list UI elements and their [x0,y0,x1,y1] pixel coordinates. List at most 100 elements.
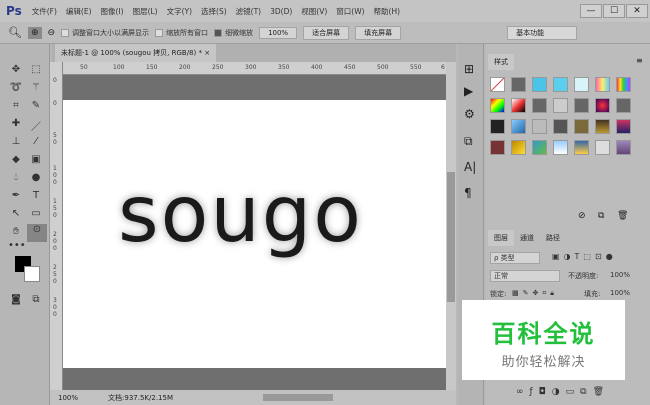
style-swatch[interactable] [574,98,589,113]
eyedropper-icon[interactable]: ✎ [28,100,44,114]
style-swatch[interactable] [532,98,547,113]
more-tools-icon[interactable]: ••• [8,240,26,254]
hand-tool-icon[interactable]: ✋︎ [8,226,24,240]
gradient-tool-icon[interactable]: ▣ [28,154,44,168]
style-swatch[interactable] [553,140,568,155]
workspace-select[interactable]: 基本功能 [507,25,578,40]
menu-edit[interactable]: 编辑(E) [66,6,92,17]
minimize-button[interactable]: — [580,4,602,18]
zoom-level[interactable]: 100% [58,394,78,402]
actions-play-icon[interactable]: ▶ [464,84,473,98]
menu-help[interactable]: 帮助(H) [374,6,401,17]
pen-tool-icon[interactable]: ✒ [8,190,24,204]
tab-paths[interactable]: 路径 [540,230,566,246]
style-swatch[interactable] [511,77,526,92]
opacity-value[interactable]: 100% [610,271,630,279]
stamp-tool-icon[interactable]: ⊥ [8,136,24,150]
healing-brush-icon[interactable]: ✚ [8,118,24,132]
crop-tool-icon[interactable]: ⌗ [8,100,24,114]
horizontal-scrollbar[interactable] [263,394,333,401]
style-swatch[interactable] [532,140,547,155]
style-swatch[interactable] [553,98,568,113]
document-tab[interactable]: 未标题-1 @ 100% (sougou 拷贝, RGB/8) * × [55,44,217,62]
style-swatch[interactable] [616,77,631,92]
scrubby-zoom-checkbox[interactable]: 细微缩放 [214,28,253,38]
blur-tool-icon[interactable]: 💧︎ [8,172,24,186]
maximize-button[interactable]: ☐ [603,4,625,18]
tab-close-icon[interactable]: × [204,49,210,57]
fill-screen-button[interactable]: 填充屏幕 [355,25,402,40]
layer-filter-icons[interactable]: ▣◑T⬚⊡● [552,252,617,261]
brush-tool-icon[interactable]: ／ [28,118,44,133]
magic-wand-icon[interactable]: ⚚ [28,82,44,96]
clone-source-icon[interactable]: ⧉ [464,134,473,149]
style-swatch[interactable] [595,140,610,155]
style-swatch[interactable] [490,77,505,92]
menu-select[interactable]: 选择(S) [201,6,227,17]
layer-actions[interactable]: ∞ƒ◘◑▭⧉🗑︎ [516,387,610,397]
blend-mode-select[interactable]: 正常 [490,270,560,282]
new-style-icon[interactable]: ⧉ [598,211,604,221]
tab-channels[interactable]: 通道 [514,230,540,246]
panel-menu-icon[interactable]: ≡ [636,56,643,65]
zoom-out-icon[interactable]: ⊖ [48,28,56,38]
close-button[interactable]: ✕ [626,4,648,18]
history-brush-icon[interactable]: ⁄ [28,136,44,150]
lock-icons[interactable]: ▩✎✥⌗🔒︎ [512,289,558,298]
style-swatch[interactable] [616,119,631,134]
clear-style-icon[interactable]: ⊘ [578,211,586,221]
style-swatch[interactable] [616,140,631,155]
document-canvas[interactable]: sougo [63,100,446,368]
move-tool-icon[interactable]: ✥ [8,64,24,78]
menu-window[interactable]: 窗口(W) [336,6,364,17]
canvas-area[interactable]: sougo [63,75,446,390]
quick-mask-icon[interactable]: ◙ [8,294,24,308]
layer-filter-select[interactable]: ρ 类型 [490,252,540,264]
style-swatch[interactable] [490,119,505,134]
style-swatch[interactable] [595,77,610,92]
zoom-tool-icon[interactable]: 🔍︎ [8,26,22,39]
tab-styles[interactable]: 样式 [488,54,514,70]
zoom-in-icon[interactable]: ⊕ [27,26,42,39]
style-swatch[interactable] [595,119,610,134]
properties-icon[interactable]: ⚙ [464,107,475,121]
style-swatch[interactable] [511,140,526,155]
resize-windows-checkbox[interactable]: 调整窗口大小以满屏显示 [61,28,149,38]
marquee-tool-icon[interactable]: ⬚ [28,64,44,78]
menu-type[interactable]: 文字(Y) [167,6,192,17]
delete-style-icon[interactable]: 🗑︎ [617,211,628,221]
rectangle-tool-icon[interactable]: ▭ [28,208,44,222]
character-icon[interactable]: A| [464,160,476,174]
style-swatch[interactable] [553,77,568,92]
type-tool-icon[interactable]: T [28,190,44,204]
menu-file[interactable]: 文件(F) [32,6,57,17]
paragraph-icon[interactable]: ¶ [464,186,472,200]
path-select-icon[interactable]: ↖ [8,208,24,222]
menu-image[interactable]: 图像(I) [101,6,124,17]
zoom-all-checkbox[interactable]: 缩放所有窗口 [155,28,208,38]
fill-value[interactable]: 100% [610,289,630,297]
style-swatch[interactable] [574,119,589,134]
eraser-tool-icon[interactable]: ◆ [8,154,24,168]
style-swatch[interactable] [490,140,505,155]
style-swatch[interactable] [616,98,631,113]
lasso-tool-icon[interactable]: ➰ [8,82,24,96]
zoom-100-button[interactable]: 100% [259,26,298,39]
style-swatch[interactable] [574,140,589,155]
scroll-thumb[interactable] [447,172,455,302]
style-swatch[interactable] [511,119,526,134]
history-icon[interactable]: ⊞ [464,62,474,76]
menu-view[interactable]: 视图(V) [301,6,327,17]
menu-3d[interactable]: 3D(D) [270,7,292,16]
style-swatch[interactable] [574,77,589,92]
fit-screen-button[interactable]: 适合屏幕 [303,25,350,40]
style-swatch[interactable] [490,98,505,113]
menu-filter[interactable]: 滤镜(T) [236,6,261,17]
style-swatch[interactable] [532,77,547,92]
menu-layer[interactable]: 图层(L) [133,6,158,17]
sougo-text-layer[interactable]: sougo [118,170,363,260]
style-swatch[interactable] [553,119,568,134]
style-swatch[interactable] [511,98,526,113]
background-color[interactable] [24,266,40,282]
style-swatch[interactable] [595,98,610,113]
